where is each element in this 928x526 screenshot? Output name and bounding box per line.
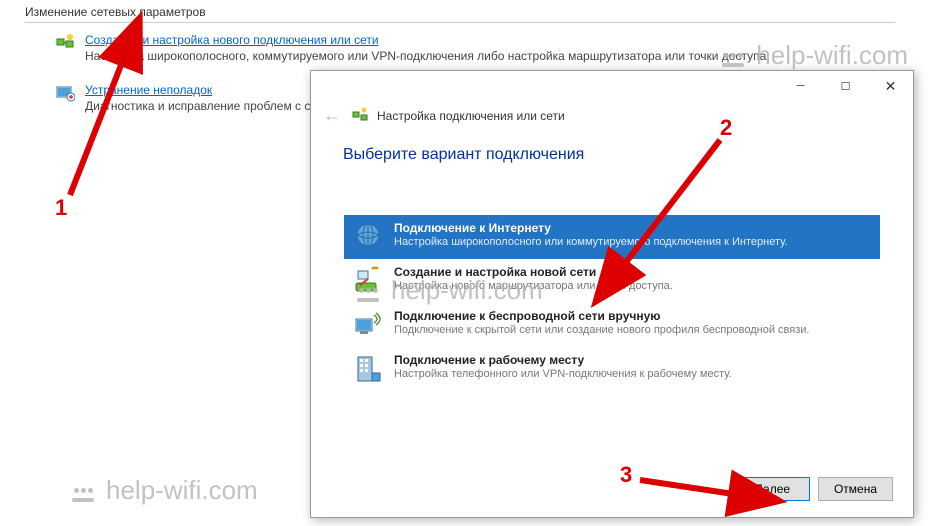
divider (25, 22, 895, 23)
wifi-logo-icon (70, 480, 100, 502)
option-title: Создание и настройка новой сети (394, 265, 673, 279)
dialog-button-bar: Далее Отмена (735, 477, 893, 501)
minimize-button[interactable]: ─ (778, 72, 823, 100)
option-internet[interactable]: Подключение к Интернету Настройка широко… (344, 215, 880, 259)
titlebar: ─ ☐ ✕ (311, 71, 913, 101)
watermark: help-wifi.com (70, 475, 258, 506)
option-title: Подключение к рабочему месту (394, 353, 732, 367)
option-desc: Подключение к скрытой сети или создание … (394, 324, 809, 336)
options-list: Подключение к Интернету Настройка широко… (343, 214, 881, 392)
building-icon (352, 353, 384, 385)
maximize-button[interactable]: ☐ (823, 72, 868, 100)
router-icon (352, 265, 384, 297)
create-connection-link[interactable]: Создание и настройка нового подключения … (85, 33, 770, 47)
option-wireless-manual[interactable]: Подключение к беспроводной сети вручную … (344, 303, 880, 347)
option-desc: Настройка нового маршрутизатора или точк… (394, 280, 673, 292)
wireless-icon (352, 309, 384, 341)
next-button[interactable]: Далее (735, 477, 810, 501)
cancel-button[interactable]: Отмена (818, 477, 893, 501)
create-connection-link-row[interactable]: Создание и настройка нового подключения … (55, 33, 928, 65)
dialog-heading: Выберите вариант подключения (343, 146, 913, 164)
option-new-network[interactable]: Создание и настройка новой сети Настройк… (344, 259, 880, 303)
close-button[interactable]: ✕ (868, 72, 913, 100)
option-desc: Настройка широкополосного или коммутируе… (394, 236, 788, 248)
option-title: Подключение к Интернету (394, 221, 788, 235)
annotation-label-1: 1 (55, 195, 67, 221)
connection-wizard-dialog: ─ ☐ ✕ ← Настройка подключения или сети В… (310, 70, 914, 518)
wizard-icon (351, 107, 369, 125)
breadcrumb-bar: ← Настройка подключения или сети (311, 101, 913, 136)
back-arrow-icon[interactable]: ← (323, 105, 341, 126)
option-desc: Настройка телефонного или VPN-подключени… (394, 368, 732, 380)
option-title: Подключение к беспроводной сети вручную (394, 309, 809, 323)
globe-icon (352, 221, 384, 253)
connection-icon (55, 33, 75, 53)
option-workplace[interactable]: Подключение к рабочему месту Настройка т… (344, 347, 880, 391)
section-title: Изменение сетевых параметров (25, 5, 928, 19)
troubleshoot-icon (55, 83, 75, 103)
dialog-title: Настройка подключения или сети (377, 109, 565, 123)
create-connection-desc: Настройка широкополосного, коммутируемог… (85, 49, 770, 65)
